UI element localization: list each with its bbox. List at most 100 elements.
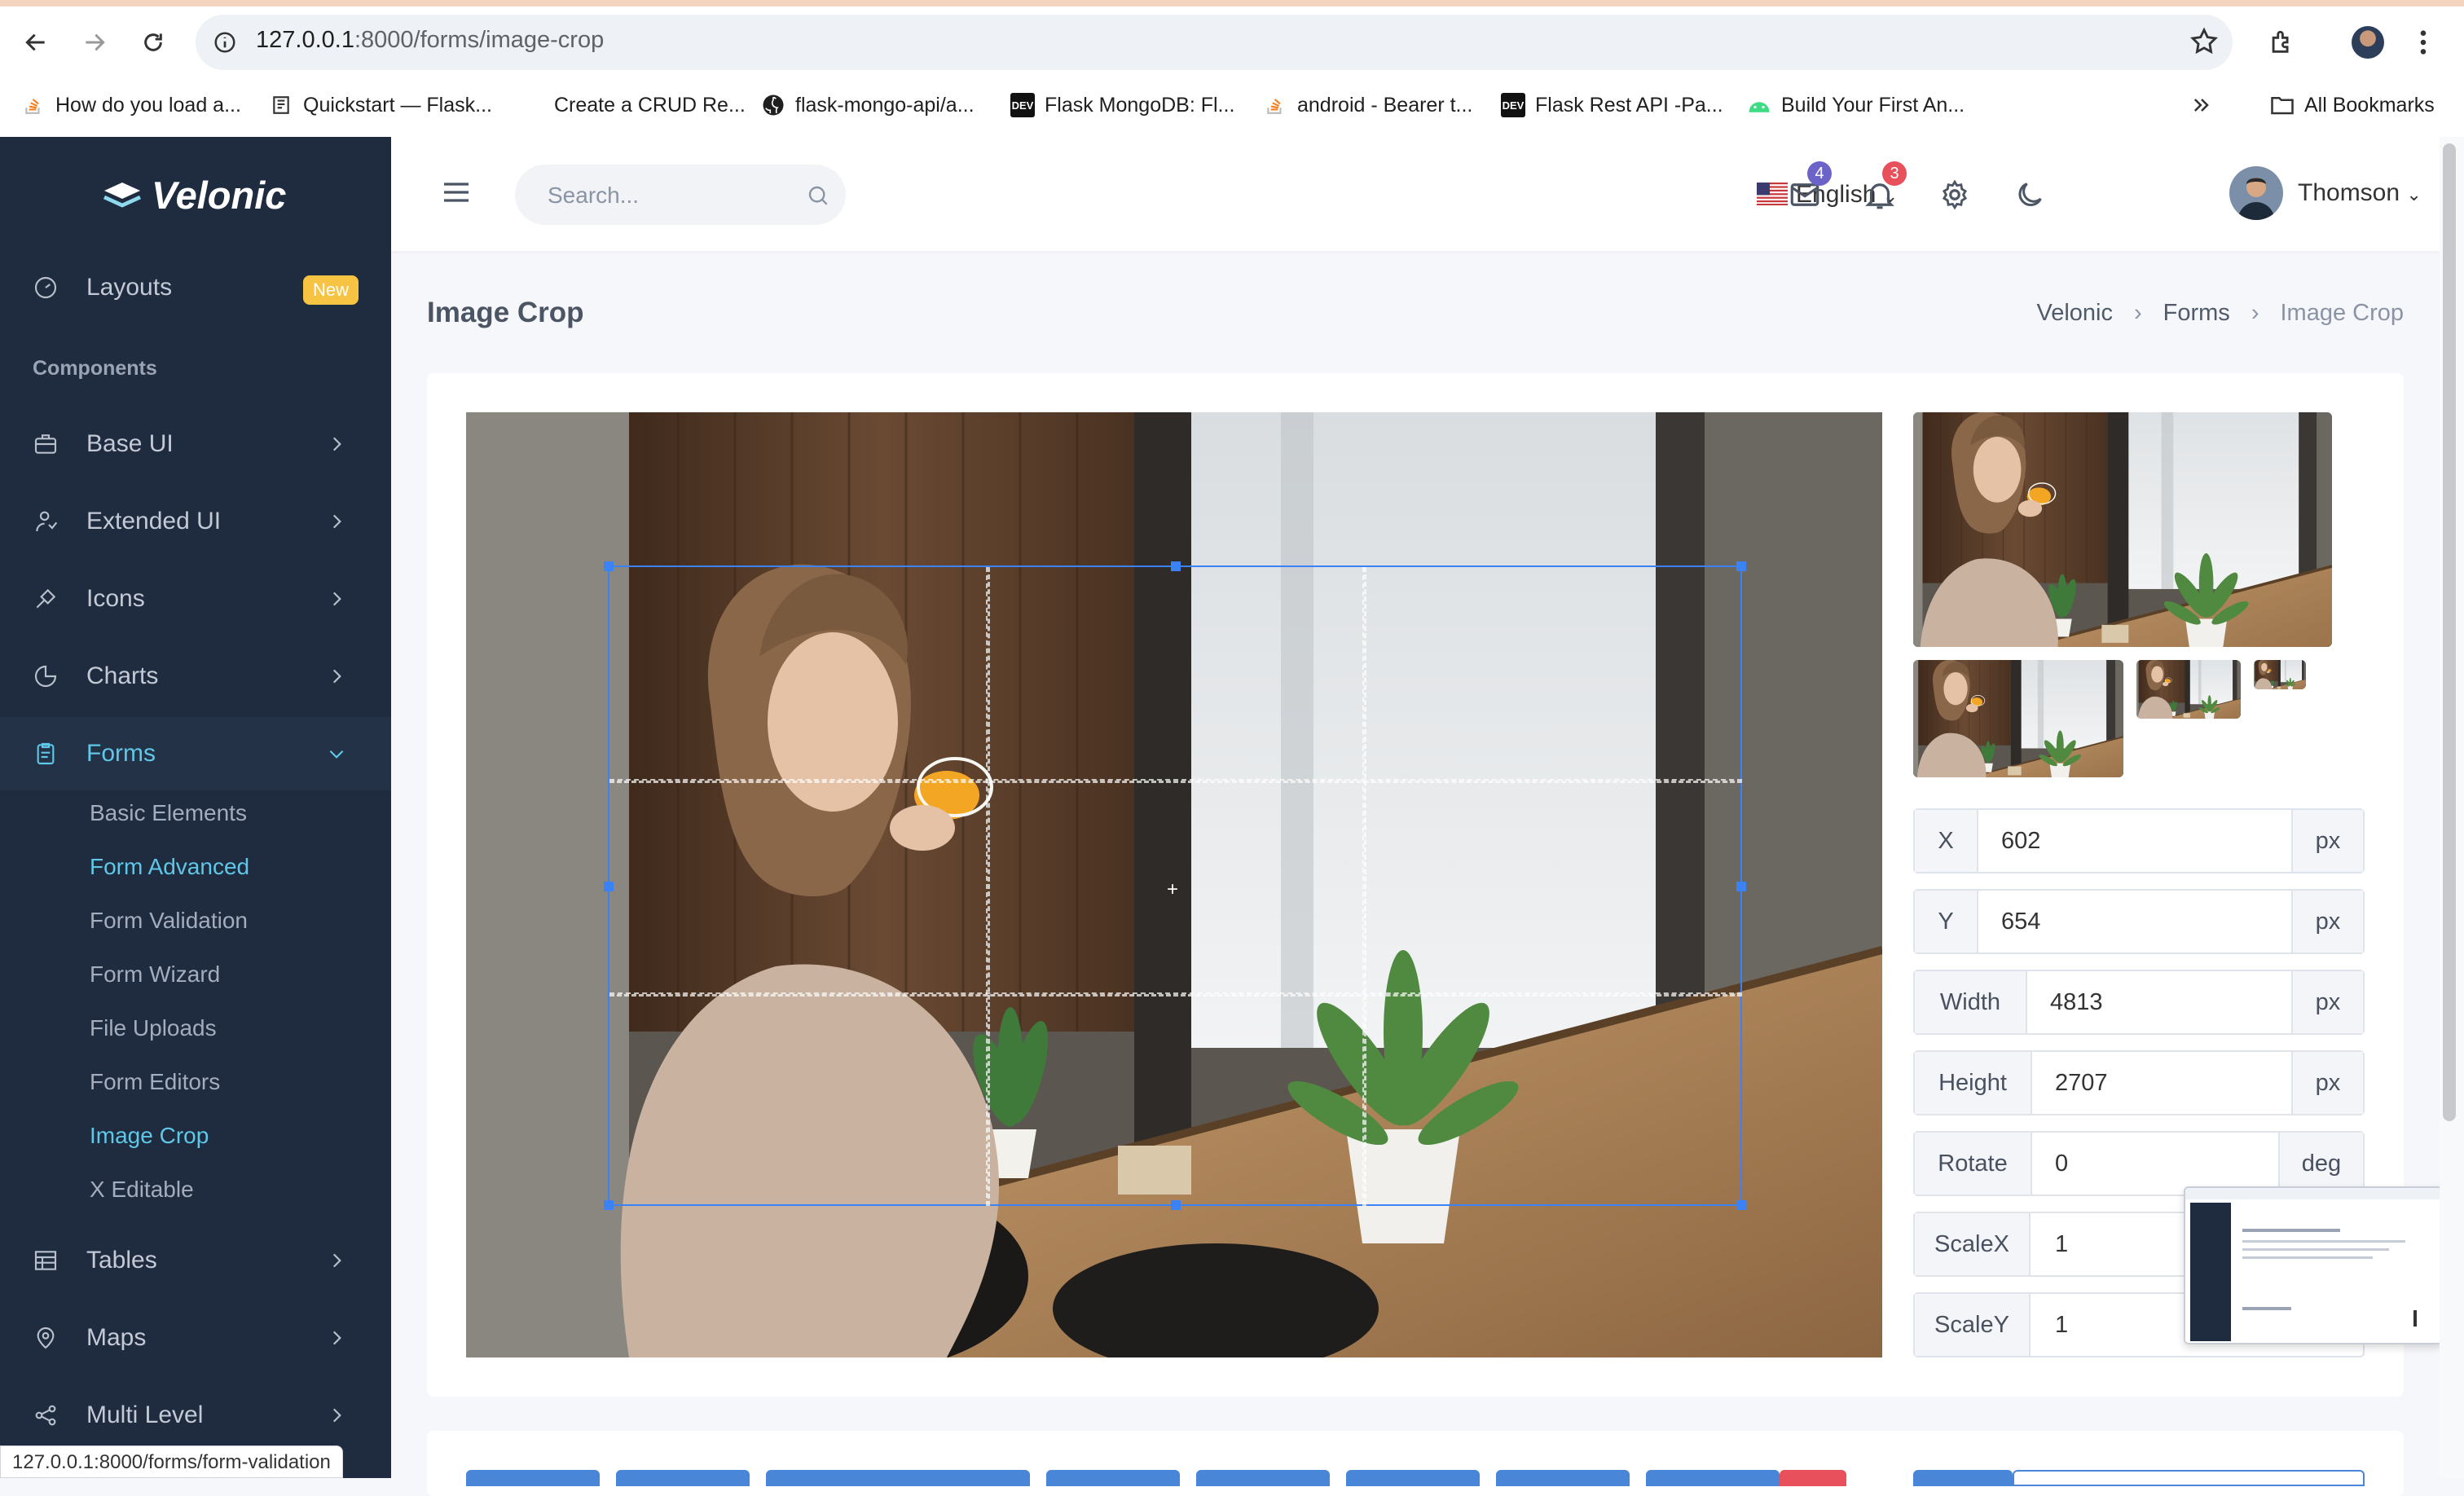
crop-guide-line [1362, 567, 1366, 1206]
field-value[interactable]: 654 [2001, 909, 2040, 935]
crop-handle-se[interactable] [1736, 1200, 1746, 1210]
sidebar-item-icons[interactable]: Icons [0, 562, 391, 636]
action-button[interactable] [766, 1470, 1030, 1486]
stackoverflow-icon [1263, 93, 1287, 117]
crop-handle-nw[interactable] [604, 561, 614, 571]
profile-button[interactable] [2347, 21, 2389, 64]
field-value[interactable]: 1 [2055, 1312, 2068, 1339]
field-label: ScaleX [1915, 1213, 2031, 1275]
crop-height-field[interactable]: Height 2707 px [1913, 1050, 2365, 1115]
sidebar-sub-form-wizard[interactable]: Form Wizard [90, 961, 220, 988]
crop-handle-n[interactable] [1171, 561, 1181, 571]
breadcrumb-forms[interactable]: Forms [2163, 300, 2230, 327]
back-button[interactable] [15, 21, 57, 64]
mail-button[interactable]: 4 [1786, 161, 1832, 213]
sidebar-sub-image-crop[interactable]: Image Crop [90, 1123, 209, 1149]
action-button[interactable] [1496, 1470, 1630, 1486]
action-button[interactable] [616, 1470, 750, 1486]
mail-count-badge: 4 [1807, 161, 1832, 186]
action-button[interactable] [1196, 1470, 1330, 1486]
aspect-ratio-button[interactable] [1913, 1470, 2013, 1486]
field-value[interactable]: 4813 [2050, 989, 2103, 1016]
sidebar-sub-form-validation[interactable]: Form Validation [90, 908, 248, 934]
user-menu[interactable]: Thomson ⌄ [2298, 179, 2422, 207]
user-avatar[interactable] [2229, 166, 2283, 220]
bookmark-3[interactable]: Create a CRUD Re... [554, 88, 746, 122]
field-value[interactable]: 1 [2055, 1231, 2068, 1258]
aspect-ratio-group[interactable] [2013, 1470, 2365, 1486]
sidebar-item-extended-ui[interactable]: Extended UI [0, 485, 391, 558]
bookmark-1[interactable]: How do you load a... [21, 88, 241, 122]
sidebar-sub-basic-elements[interactable]: Basic Elements [90, 800, 247, 826]
brand-logo[interactable]: Velonic [101, 173, 286, 218]
crop-y-field[interactable]: Y 654 px [1913, 889, 2365, 954]
action-button[interactable] [1346, 1470, 1480, 1486]
crop-selection-box[interactable]: + [604, 561, 1746, 1210]
field-label: ScaleY [1915, 1294, 2031, 1356]
settings-button[interactable] [1936, 176, 1973, 213]
reload-button[interactable] [132, 21, 174, 64]
field-value[interactable]: 602 [2001, 828, 2040, 855]
sidebar-item-multi-level[interactable]: Multi Level [0, 1379, 391, 1452]
crop-center-plus-icon: + [1167, 878, 1179, 900]
dev-icon: DEV [1010, 93, 1035, 117]
sidebar-item-label: Base UI [86, 430, 174, 457]
more-bookmarks-button[interactable] [2190, 88, 2213, 122]
browser-status-url: 127.0.0.1:8000/forms/form-validation [0, 1445, 343, 1478]
screenshot-thumbnail[interactable] [2184, 1186, 2443, 1344]
sidebar-sub-form-advanced[interactable]: Form Advanced [90, 854, 249, 880]
browser-menu-button[interactable] [2407, 21, 2440, 64]
sidebar-item-base-ui[interactable]: Base UI [0, 407, 391, 481]
field-value[interactable]: 0 [2055, 1151, 2068, 1177]
profile-avatar [2352, 26, 2384, 59]
all-bookmarks-button[interactable]: All Bookmarks [2270, 88, 2435, 122]
sidebar-item-forms[interactable]: Forms [0, 717, 391, 790]
arrow-right-icon [86, 33, 105, 51]
forward-button[interactable] [73, 21, 116, 64]
bookmark-8[interactable]: Build Your First An... [1747, 88, 1965, 122]
hamburger-menu-icon[interactable] [440, 176, 473, 209]
search-icon [808, 186, 828, 205]
sidebar-sub-file-uploads[interactable]: File Uploads [90, 1015, 217, 1041]
search-input[interactable]: Search... [515, 165, 846, 225]
field-label: X [1915, 810, 1978, 872]
bookmark-7[interactable]: DEV Flask Rest API -Pa... [1501, 88, 1723, 122]
sidebar-item-tables[interactable]: Tables [0, 1224, 391, 1297]
breadcrumb-velonic[interactable]: Velonic [2036, 300, 2113, 327]
sidebar-item-label: Layouts [86, 274, 173, 301]
bookmark-4[interactable]: flask-mongo-api/a... [761, 88, 975, 122]
crop-handle-ne[interactable] [1736, 561, 1746, 571]
sidebar-sub-x-editable[interactable]: X Editable [90, 1177, 194, 1203]
crop-handle-s[interactable] [1171, 1200, 1181, 1210]
site-info-icon[interactable] [210, 28, 240, 57]
action-button[interactable] [1646, 1470, 1780, 1486]
crop-x-field[interactable]: X 602 px [1913, 808, 2365, 873]
address-bar[interactable]: 127.0.0.1:8000/forms/image-crop [196, 15, 2233, 70]
crop-canvas[interactable]: + [466, 412, 1882, 1357]
bookmark-2[interactable]: Quickstart — Flask... [269, 88, 492, 122]
sidebar-item-maps[interactable]: Maps [0, 1301, 391, 1375]
crop-guide-line [609, 992, 1742, 997]
field-value[interactable]: 2707 [2055, 1070, 2108, 1097]
page-title: Image Crop [427, 297, 584, 328]
action-button[interactable] [466, 1470, 600, 1486]
crop-width-field[interactable]: Width 4813 px [1913, 970, 2365, 1035]
sidebar-item-charts[interactable]: Charts [0, 640, 391, 713]
crop-handle-sw[interactable] [604, 1200, 614, 1210]
bookmark-6[interactable]: android - Bearer t... [1263, 88, 1472, 122]
bookmark-star-icon[interactable] [2189, 26, 2220, 57]
preview-medium [1913, 660, 2123, 777]
sidebar-sub-form-editors[interactable]: Form Editors [90, 1069, 220, 1095]
action-button[interactable] [1046, 1470, 1180, 1486]
action-button-danger[interactable] [1780, 1470, 1846, 1486]
notifications-button[interactable]: 3 [1861, 161, 1907, 213]
bookmark-5[interactable]: DEV Flask MongoDB: Fl... [1010, 88, 1234, 122]
table-icon [34, 1251, 57, 1270]
chevron-down-icon [329, 750, 344, 759]
extensions-button[interactable] [2260, 21, 2303, 64]
crop-handle-e[interactable] [1736, 882, 1746, 891]
scrollbar-thumb[interactable] [2443, 143, 2456, 1121]
dark-mode-toggle[interactable] [2011, 176, 2048, 213]
field-unit: px [2291, 1052, 2363, 1114]
crop-handle-w[interactable] [604, 882, 614, 891]
